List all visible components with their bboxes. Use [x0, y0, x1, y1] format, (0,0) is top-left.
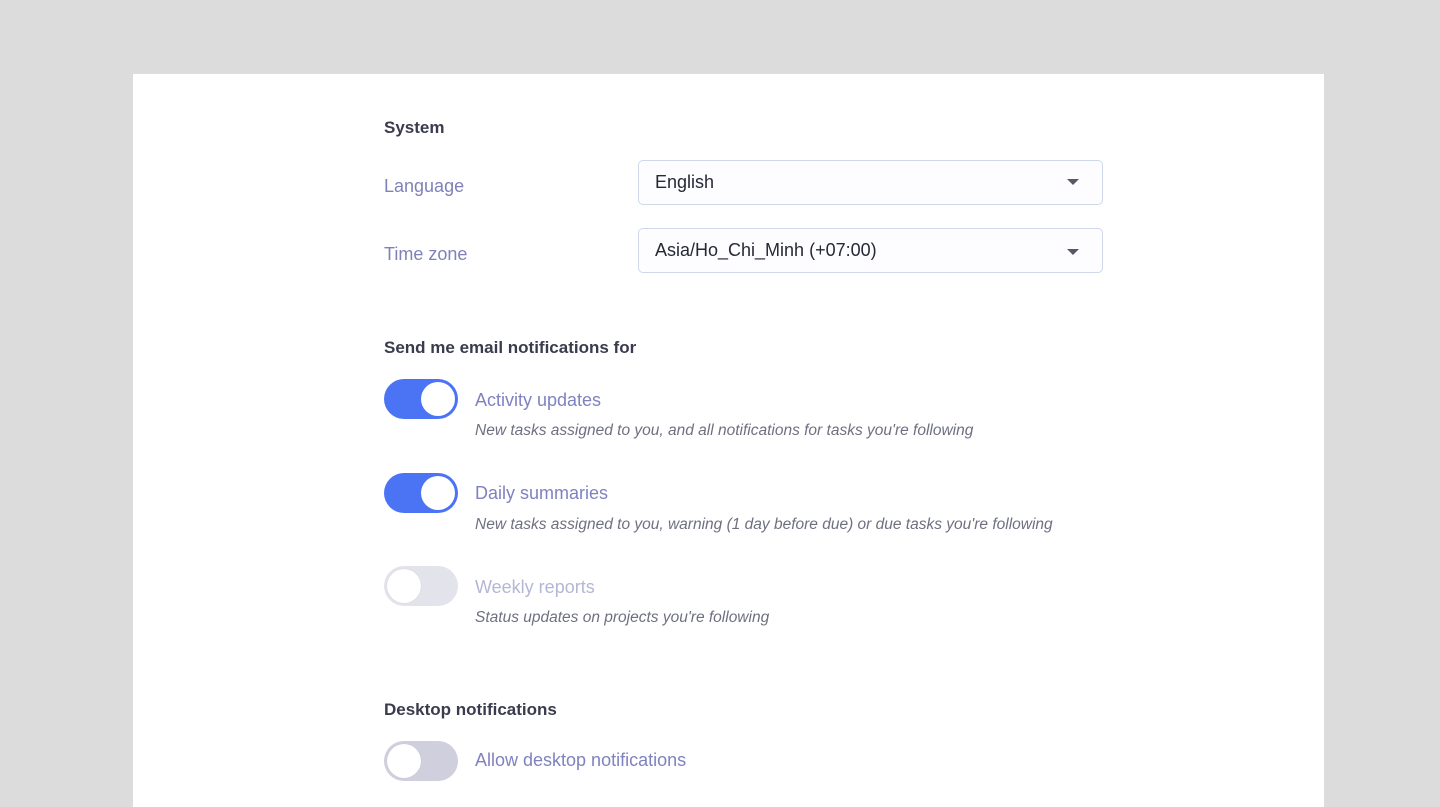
email-section-title: Send me email notifications for [384, 338, 637, 357]
activity-updates-toggle[interactable] [384, 379, 458, 419]
weekly-reports-toggle[interactable] [384, 566, 458, 606]
weekly-reports-label: Weekly reports [475, 577, 595, 597]
toggle-knob [387, 569, 421, 603]
activity-updates-description: New tasks assigned to you, and all notif… [475, 422, 974, 439]
daily-summaries-description: New tasks assigned to you, warning (1 da… [475, 516, 1053, 533]
weekly-reports-description: Status updates on projects you're follow… [475, 609, 770, 626]
timezone-select[interactable]: Asia/Ho_Chi_Minh (+07:00) [638, 228, 1103, 273]
language-select[interactable]: English [638, 160, 1103, 205]
desktop-section-title: Desktop notifications [384, 700, 557, 719]
activity-updates-label: Activity updates [475, 390, 602, 410]
toggle-knob [387, 744, 421, 778]
chevron-down-icon [1067, 249, 1079, 255]
desktop-notifications-label: Allow desktop notifications [475, 750, 687, 770]
desktop-notifications-toggle[interactable] [384, 741, 458, 781]
language-select-value: English [655, 172, 715, 192]
language-label: Language [384, 176, 465, 196]
timezone-label: Time zone [384, 244, 468, 264]
toggle-knob [421, 382, 455, 416]
timezone-select-value: Asia/Ho_Chi_Minh (+07:00) [655, 240, 877, 260]
system-section-title: System [384, 118, 445, 137]
toggle-knob [421, 476, 455, 510]
daily-summaries-label: Daily summaries [475, 483, 609, 503]
settings-panel: System Language English Time zone Asia/H… [133, 74, 1324, 807]
chevron-down-icon [1067, 179, 1079, 185]
daily-summaries-toggle[interactable] [384, 473, 458, 513]
